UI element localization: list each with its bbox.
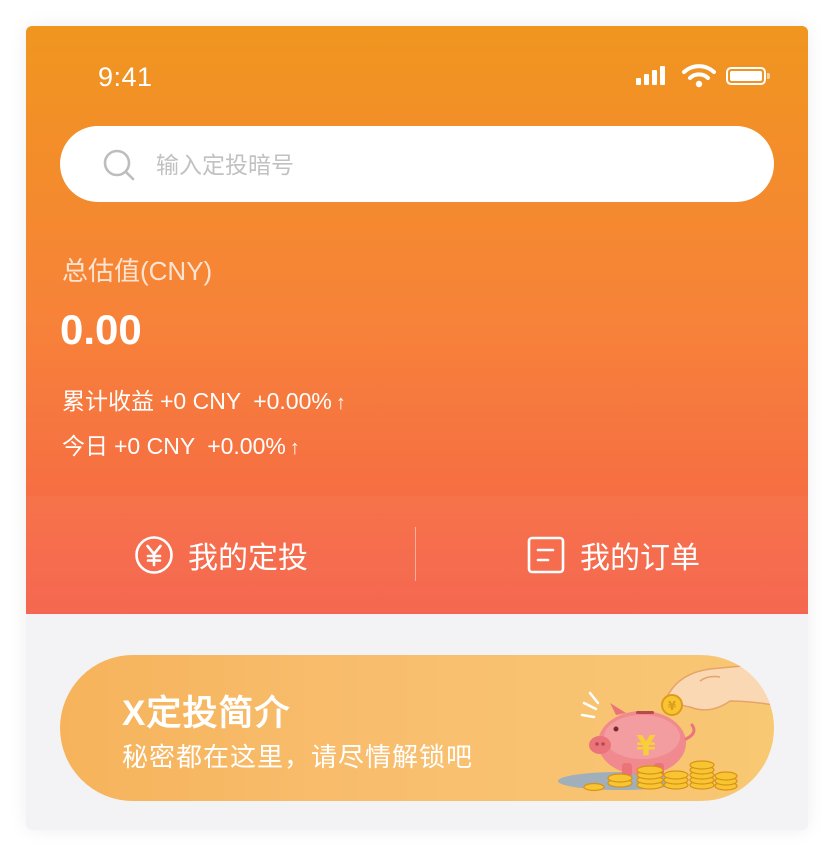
banner-title: X定投简介 [122,694,291,733]
search-icon [103,149,135,181]
cumulative-label: 累计收益 [62,388,154,414]
investment-intro-banner[interactable]: X定投简介 秘密都在这里，请尽情解锁吧 ¥ ¥ [60,655,774,801]
banner-subtitle: 秘密都在这里，请尽情解锁吧 [122,742,474,772]
arrow-up-icon: ↑ [335,392,346,414]
today-percent: +0.00% [207,433,286,459]
cellular-signal-icon [636,63,672,89]
my-orders-button[interactable]: 我的订单 [418,496,808,614]
my-orders-label: 我的订单 [580,542,700,575]
cumulative-earnings-row: 累计收益 +0 CNY +0.00% ↑ [62,382,358,416]
app-screen: 9:41 总估值(CNY) 0.00 累计收益+0 CNY+0.00%↑ [26,26,808,830]
action-divider [415,527,416,581]
arrow-up-icon: ↑ [289,437,300,459]
battery-icon [726,67,770,85]
status-time: 9:41 [98,62,153,92]
my-investment-plans-button[interactable]: 我的定投 [26,496,416,614]
today-amount: +0 CNY [114,433,196,459]
search-input[interactable] [154,146,718,184]
piggy-bank-coins-icon: ¥ ¥ [558,662,774,792]
quick-actions: 我的定投 我的订单 [26,496,808,614]
my-investment-plans-label: 我的定投 [188,542,308,575]
yuan-circle-icon [135,536,173,574]
wifi-icon [682,64,716,88]
today-label: 今日 [62,433,108,459]
svg-text:¥: ¥ [636,729,656,762]
today-earnings-row: 今日 +0 CNY +0.00% ↑ [62,427,312,461]
svg-text:¥: ¥ [668,699,677,713]
total-value-label: 总估值(CNY) [62,256,213,286]
cumulative-percent: +0.00% [253,388,332,414]
cumulative-amount: +0 CNY [160,388,242,414]
header-panel: 9:41 总估值(CNY) 0.00 累计收益+0 CNY+0.00%↑ [26,26,808,614]
search-bar[interactable] [60,126,774,202]
total-value: 0.00 [60,306,142,353]
order-document-icon [527,536,565,574]
